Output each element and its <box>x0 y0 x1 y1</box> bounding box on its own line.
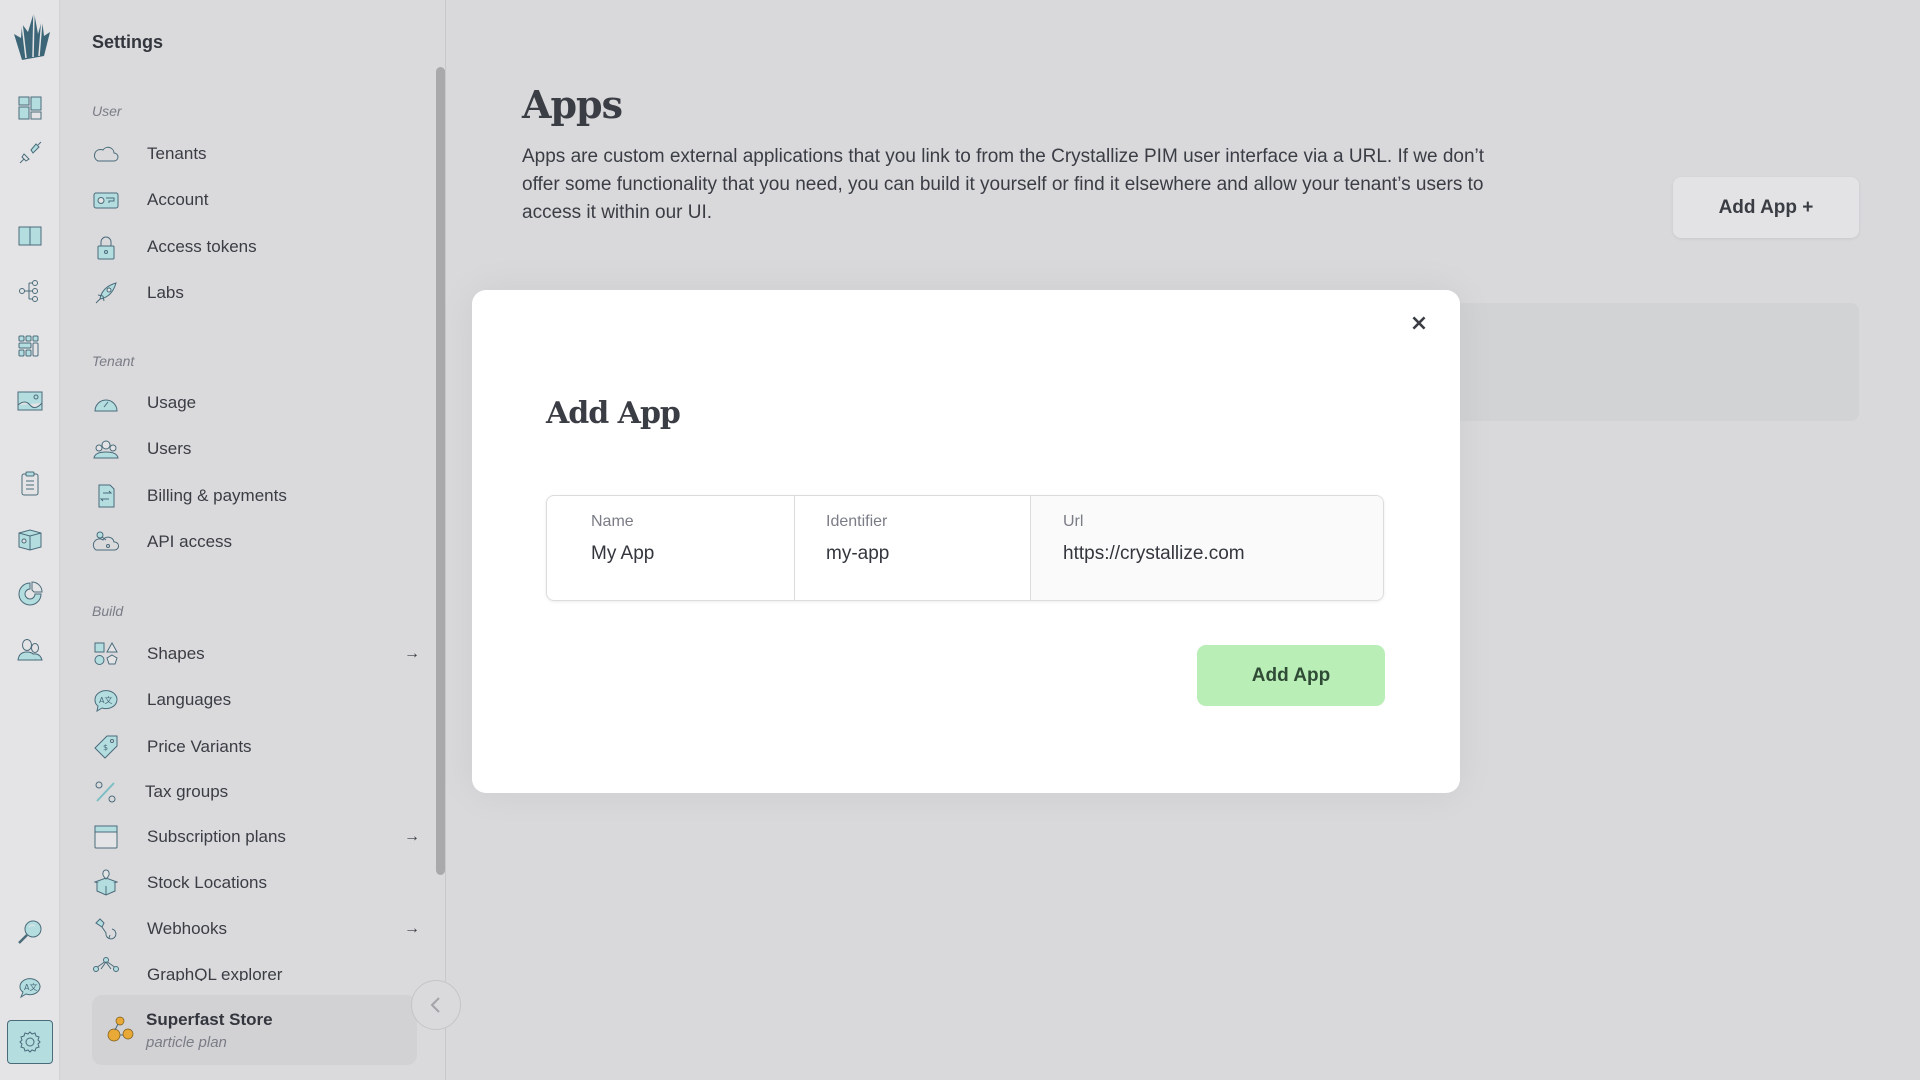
sidebar-item-stock-locations[interactable]: Stock Locations <box>92 865 422 901</box>
identifier-field[interactable]: Identifier <box>795 496 1031 600</box>
shapes-icon <box>92 640 120 668</box>
settings-sidebar: Settings User Tenants Account Access tok… <box>61 0 446 1080</box>
chevron-left-icon <box>430 997 440 1013</box>
sidebar-item-tax-groups[interactable]: Tax groups <box>92 774 422 810</box>
sidebar-item-shapes[interactable]: Shapes → <box>92 636 422 672</box>
sidebar-item-usage[interactable]: Usage <box>92 385 422 421</box>
add-app-modal: × Add App Name Identifier Url Add App <box>472 290 1460 793</box>
svg-text:A文: A文 <box>24 982 37 992</box>
tenant-name: Superfast Store <box>146 1009 273 1029</box>
translate-icon[interactable]: A文 <box>12 969 48 1005</box>
section-label-tenant: Tenant <box>92 353 135 369</box>
tenant-logo-icon <box>107 1016 134 1042</box>
sidebar-title: Settings <box>92 32 164 52</box>
identifier-input[interactable] <box>826 543 1020 565</box>
catalogue-book-icon[interactable] <box>12 218 48 254</box>
percent-icon <box>92 778 120 806</box>
languages-icon: A文 <box>92 686 120 714</box>
icon-rail: A文 <box>0 0 60 1080</box>
modal-title: Add App <box>546 396 681 431</box>
page-title: Apps <box>522 82 623 127</box>
settings-gear-icon[interactable] <box>7 1020 53 1064</box>
apps-list-placeholder <box>1437 303 1859 421</box>
cloud-icon <box>92 140 120 168</box>
url-input[interactable] <box>1063 543 1367 565</box>
graphql-icon <box>92 957 120 981</box>
box-icon[interactable] <box>12 521 48 557</box>
tenant-plan: particle plan <box>146 1033 227 1051</box>
add-app-button[interactable]: Add App + <box>1673 177 1859 238</box>
close-icon[interactable]: × <box>1404 308 1434 338</box>
topics-tree-icon[interactable] <box>12 273 48 309</box>
name-label: Name <box>591 513 634 530</box>
sidebar-item-tenants[interactable]: Tenants <box>92 136 422 172</box>
dashboard-icon[interactable] <box>12 90 48 126</box>
sidebar-item-labs[interactable]: Labs <box>92 275 422 311</box>
name-field[interactable]: Name <box>547 496 795 600</box>
users-icon <box>92 435 120 463</box>
stock-box-icon <box>92 869 120 897</box>
identifier-label: Identifier <box>826 513 888 530</box>
submit-add-app-button[interactable]: Add App <box>1197 645 1385 706</box>
sidebar-item-users[interactable]: Users <box>92 431 422 467</box>
rocket-icon <box>92 279 120 307</box>
sidebar-item-api-access[interactable]: API access <box>92 524 422 560</box>
gauge-icon <box>92 389 120 417</box>
sidebar-item-price-variants[interactable]: $ Price Variants <box>92 729 422 765</box>
section-label-user: User <box>92 103 122 119</box>
pie-chart-icon[interactable] <box>12 576 48 612</box>
sidebar-item-account[interactable]: Account <box>92 182 422 218</box>
arrow-right-icon: → <box>404 645 420 662</box>
crystallize-logo-icon[interactable] <box>8 10 52 66</box>
arrow-right-icon: → <box>404 920 420 937</box>
grid-icon[interactable] <box>12 328 48 364</box>
tenant-switcher[interactable]: Superfast Store particle plan <box>92 995 417 1065</box>
sidebar-item-subscription-plans[interactable]: Subscription plans → <box>92 819 422 855</box>
url-field[interactable]: Url <box>1031 496 1383 600</box>
cloud-key-icon <box>92 528 120 556</box>
calendar-icon <box>92 823 120 851</box>
svg-text:$: $ <box>103 743 108 752</box>
sidebar-item-languages[interactable]: A文 Languages <box>92 682 422 718</box>
app-fields: Name Identifier Url <box>546 495 1384 601</box>
sidebar-item-webhooks[interactable]: Webhooks → <box>92 911 422 947</box>
customers-icon[interactable] <box>12 631 48 667</box>
search-icon[interactable] <box>12 914 48 950</box>
image-icon[interactable] <box>12 383 48 419</box>
price-tag-icon: $ <box>92 733 120 761</box>
svg-text:A文: A文 <box>99 695 112 705</box>
name-input[interactable] <box>591 543 784 565</box>
collapse-sidebar-button[interactable] <box>411 980 461 1030</box>
id-card-icon <box>92 186 120 214</box>
lock-icon <box>92 233 120 261</box>
section-label-build: Build <box>92 603 124 619</box>
url-label: Url <box>1063 513 1084 530</box>
sidebar-item-billing-payments[interactable]: Billing & payments <box>92 478 422 514</box>
arrow-right-icon: → <box>404 828 420 845</box>
sidebar-item-graphql-explorer[interactable]: GraphQL explorer <box>92 957 422 981</box>
billing-icon <box>92 482 120 510</box>
sidebar-item-access-tokens[interactable]: Access tokens <box>92 229 422 265</box>
clipboard-icon[interactable] <box>12 466 48 502</box>
page-description: Apps are custom external applications th… <box>522 146 1485 223</box>
plug-icon[interactable] <box>12 135 48 171</box>
webhook-icon <box>92 915 120 943</box>
sidebar-scrollbar[interactable] <box>436 67 445 875</box>
